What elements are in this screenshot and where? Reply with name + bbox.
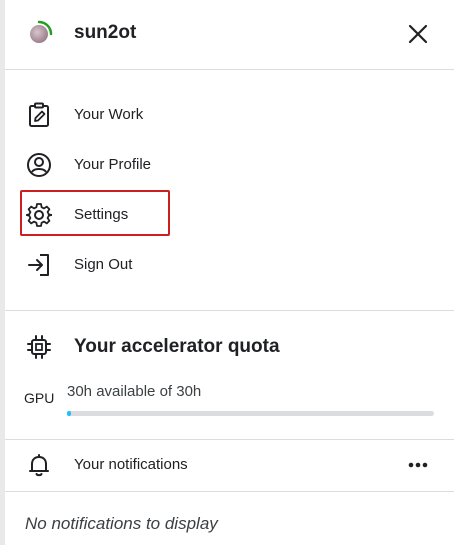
- menu-item-label: Sign Out: [74, 256, 133, 273]
- clipboard-edit-icon: [29, 102, 49, 127]
- menu-item-sign-out[interactable]: Sign Out: [5, 243, 454, 287]
- bell-icon: [29, 454, 49, 477]
- gpu-label: GPU: [24, 390, 55, 406]
- notifications-divider: [5, 491, 454, 492]
- menu-item-your-work[interactable]: Your Work: [5, 93, 454, 137]
- sign-out-icon: [28, 254, 49, 276]
- menu-item-label: Your Work: [74, 106, 144, 123]
- quota-divider: [5, 439, 454, 440]
- menu-item-label: Settings: [74, 206, 129, 223]
- gpu-quota-text: 30h available of 30h: [67, 383, 202, 400]
- gpu-progress-fill: [67, 411, 72, 416]
- drawer-header: sun2ot: [5, 0, 454, 69]
- avatar-image: [30, 25, 48, 43]
- gpu-progress-bar: [67, 411, 434, 416]
- close-button[interactable]: [404, 20, 432, 48]
- account-drawer: sun2ot Your Work Your Profile Settings S…: [5, 0, 454, 545]
- notifications-label: Your notifications: [74, 456, 188, 473]
- profile-icon: [27, 153, 51, 177]
- menu-item-label: Your Profile: [74, 156, 151, 173]
- menu-item-your-profile[interactable]: Your Profile: [5, 143, 454, 187]
- more-options-button[interactable]: [404, 455, 432, 475]
- avatar[interactable]: [25, 20, 53, 48]
- menu-divider: [5, 310, 454, 311]
- more-horizontal-icon: [408, 462, 428, 468]
- header-divider: [5, 69, 454, 70]
- close-icon: [408, 24, 428, 44]
- username: sun2ot: [74, 22, 137, 43]
- chip-icon: [27, 335, 51, 359]
- gear-icon: [26, 203, 52, 227]
- empty-notifications-text: No notifications to display: [25, 514, 218, 533]
- menu-item-settings[interactable]: Settings: [5, 193, 454, 237]
- quota-title: Your accelerator quota: [74, 336, 280, 357]
